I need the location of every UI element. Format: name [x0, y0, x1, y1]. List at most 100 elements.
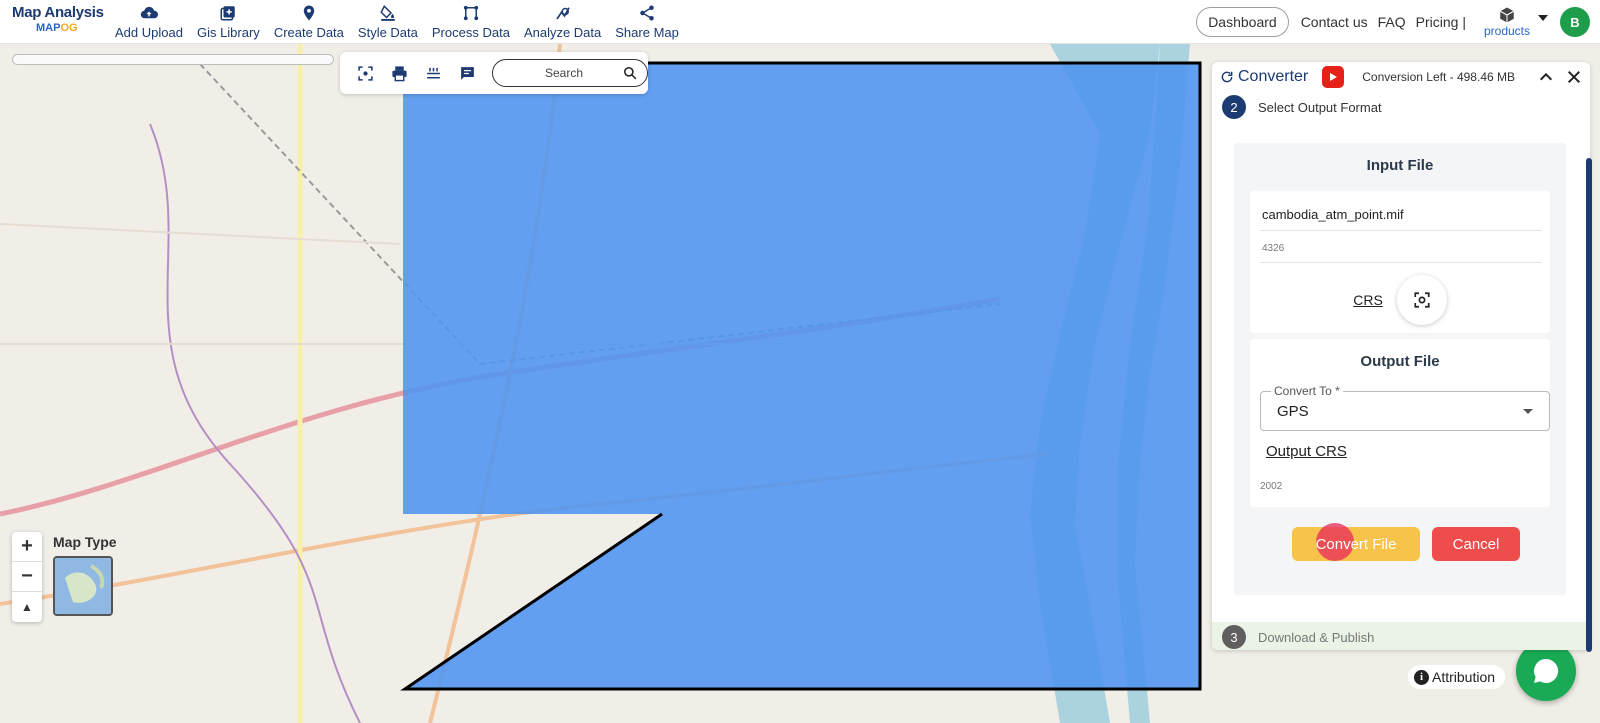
- input-crs-value: 4326: [1260, 237, 1542, 263]
- satellite-thumbnail-icon: [55, 558, 111, 614]
- nav-right: Dashboard Contact us FAQ Pricing | produ…: [1196, 0, 1600, 44]
- comment-button[interactable]: [450, 58, 484, 88]
- step-download-publish[interactable]: 3 Download & Publish: [1212, 622, 1590, 650]
- brand-sub-main: MAP: [36, 22, 61, 34]
- convert-to-select[interactable]: Convert To * GPS: [1260, 384, 1550, 431]
- zoom-controls: + − ▲: [12, 532, 42, 622]
- output-file-title: Output File: [1360, 353, 1440, 370]
- focus-icon: [357, 65, 373, 81]
- form-actions: Convert File Cancel: [1292, 523, 1520, 561]
- map-type-thumbnail[interactable]: [53, 556, 113, 616]
- search-bar: [492, 59, 648, 87]
- print-button[interactable]: [382, 58, 416, 88]
- nav-style-data[interactable]: Style Data: [351, 4, 425, 40]
- brand-sub-accent: OG: [60, 22, 78, 34]
- library-icon: [220, 6, 236, 21]
- nav-label: Analyze Data: [523, 25, 602, 40]
- crs-picker-button[interactable]: [1396, 275, 1447, 325]
- paint-bucket-icon: [380, 4, 395, 21]
- refresh-icon[interactable]: [1220, 70, 1234, 84]
- step-select-output-format[interactable]: 2 Select Output Format: [1212, 92, 1590, 122]
- cloud-upload-icon: [140, 6, 158, 19]
- crs-link[interactable]: CRS: [1353, 292, 1383, 308]
- analyze-icon: [555, 7, 570, 20]
- attribution-button[interactable]: i Attribution: [1408, 665, 1506, 689]
- converter-header: Converter Conversion Left - 498.46 MB: [1212, 62, 1590, 92]
- step-label: Select Output Format: [1258, 99, 1382, 115]
- nav-gis-library[interactable]: Gis Library: [190, 4, 267, 40]
- chat-bubble-icon: [1533, 658, 1559, 683]
- north-reset-button[interactable]: ▲: [12, 592, 42, 622]
- nav-label: Gis Library: [196, 25, 260, 40]
- printer-icon: [391, 65, 407, 81]
- nav-label: Create Data: [273, 25, 344, 40]
- brand-logo[interactable]: Map Analysis MAPOG: [12, 4, 104, 34]
- search-icon[interactable]: [623, 66, 637, 80]
- attribution-label: Attribution: [1432, 669, 1496, 685]
- nav-label: Share Map: [615, 25, 679, 40]
- nav-analyze-data[interactable]: Analyze Data: [517, 4, 608, 40]
- faq-link[interactable]: FAQ: [1378, 14, 1406, 30]
- step-number: 3: [1222, 625, 1246, 649]
- convert-file-button[interactable]: Convert File: [1292, 523, 1420, 561]
- avatar[interactable]: B: [1560, 7, 1590, 37]
- input-filename: cambodia_atm_point.mif: [1260, 201, 1542, 231]
- top-navbar: Map Analysis MAPOG Add Upload Gis Librar…: [0, 0, 1600, 44]
- share-icon: [640, 5, 654, 21]
- input-file-title: Input File: [1366, 157, 1434, 174]
- header-actions: [1526, 69, 1582, 85]
- converter-title: Converter: [1238, 68, 1309, 85]
- comment-icon: [460, 66, 474, 80]
- zoom-out-button[interactable]: −: [12, 562, 42, 592]
- contact-link[interactable]: Contact us: [1301, 14, 1368, 30]
- convert-file-label: Convert File: [1315, 535, 1397, 553]
- crosshair-icon: [1414, 292, 1430, 308]
- map-type-switcher: Map Type: [53, 534, 117, 616]
- output-file-card: Output File Convert To * GPS Output CRS …: [1250, 339, 1550, 507]
- conversion-form: Input File cambodia_atm_point.mif 4326 C…: [1234, 143, 1566, 595]
- measure-button[interactable]: [416, 58, 450, 88]
- conversion-left-text: Conversion Left - 498.46 MB: [1362, 70, 1515, 84]
- products-label: products: [1483, 24, 1530, 38]
- youtube-icon[interactable]: [1322, 66, 1345, 88]
- step-number: 2: [1222, 95, 1246, 119]
- nav-add-upload[interactable]: Add Upload: [108, 4, 190, 40]
- search-input[interactable]: [509, 66, 619, 80]
- map-toolbar: [340, 52, 648, 94]
- cube-icon: [1499, 7, 1514, 23]
- nav-process-data[interactable]: Process Data: [425, 4, 517, 40]
- convert-to-value: GPS: [1277, 402, 1309, 420]
- cancel-button[interactable]: Cancel: [1432, 527, 1520, 561]
- output-crs-link[interactable]: Output CRS: [1266, 443, 1347, 460]
- products-menu[interactable]: products: [1484, 6, 1530, 38]
- pricing-link[interactable]: Pricing |: [1416, 14, 1466, 30]
- panel-scrollbar[interactable]: [1586, 158, 1592, 652]
- progress-bar: [12, 54, 334, 65]
- nav-menu: Add Upload Gis Library Create Data Style…: [108, 4, 686, 40]
- converter-panel: Converter Conversion Left - 498.46 MB 2 …: [1212, 62, 1590, 650]
- chevron-up-icon[interactable]: [1538, 69, 1554, 85]
- brand-title: Map Analysis: [12, 4, 104, 21]
- nav-label: Process Data: [431, 25, 510, 40]
- chat-button[interactable]: [1516, 641, 1576, 701]
- map-type-label: Map Type: [53, 534, 117, 550]
- close-icon[interactable]: [1566, 69, 1582, 85]
- dashboard-button[interactable]: Dashboard: [1196, 7, 1289, 37]
- ruler-icon: [426, 67, 440, 79]
- nav-share-map[interactable]: Share Map: [608, 4, 686, 40]
- chevron-down-icon[interactable]: [1538, 15, 1548, 21]
- info-icon: i: [1414, 669, 1429, 685]
- map-pin-icon: [303, 5, 315, 21]
- output-crs-value: 2002: [1260, 481, 1283, 492]
- nav-create-data[interactable]: Create Data: [267, 4, 351, 40]
- input-file-card: cambodia_atm_point.mif 4326 CRS: [1250, 191, 1550, 333]
- nav-label: Style Data: [357, 25, 418, 40]
- dropdown-caret-icon: [1523, 409, 1533, 414]
- process-icon: [463, 5, 479, 21]
- fullscreen-button[interactable]: [348, 58, 382, 88]
- crs-row: CRS: [1250, 275, 1550, 325]
- zoom-in-button[interactable]: +: [12, 532, 42, 562]
- convert-to-label: Convert To *: [1271, 384, 1343, 398]
- nav-label: Add Upload: [115, 25, 183, 40]
- brand-subtitle: MAPOG: [12, 22, 102, 34]
